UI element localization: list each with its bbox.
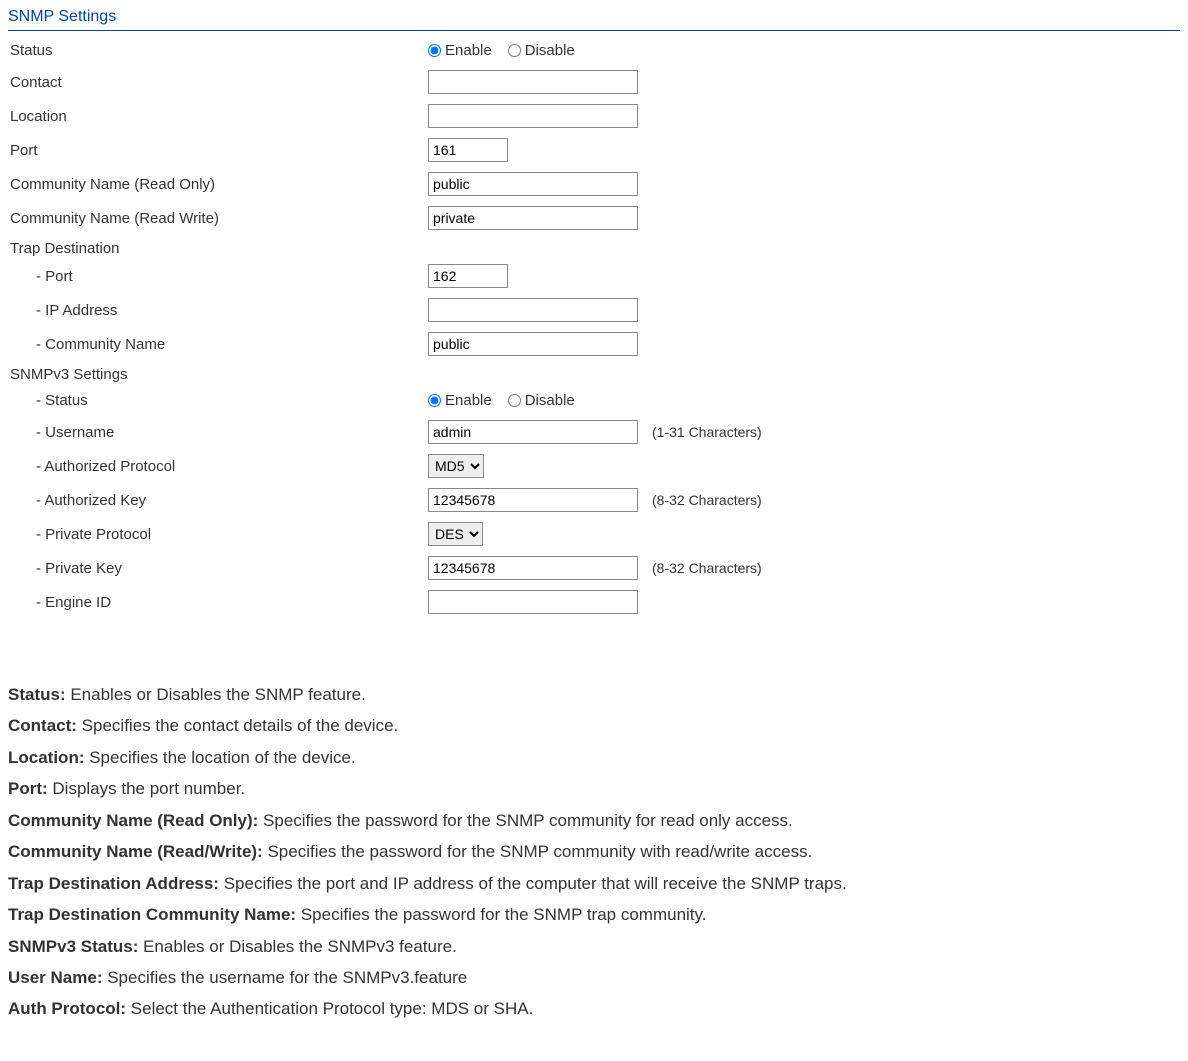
descriptions-block: Status: Enables or Disables the SNMP fea…: [8, 679, 1180, 1025]
label-v3-auth-key: - Authorized Key: [8, 492, 428, 509]
radio-v3-disable-label: Disable: [525, 392, 575, 409]
row-v3-priv-proto: - Private Protocol DES: [8, 517, 1180, 551]
desc-comm-rw-b: Community Name (Read/Write):: [8, 842, 263, 861]
radio-v3-enable[interactable]: [428, 394, 441, 407]
label-comm-rw: Community Name (Read Write): [8, 210, 428, 227]
hint-v3-user: (1-31 Characters): [652, 424, 762, 440]
row-trap-comm: - Community Name: [8, 327, 1180, 361]
input-contact[interactable]: [428, 70, 638, 94]
desc-trap-addr-t: Specifies the port and IP address of the…: [219, 874, 847, 893]
label-v3-priv-key: - Private Key: [8, 560, 428, 577]
desc-status-t: Enables or Disables the SNMP feature.: [66, 685, 366, 704]
desc-contact-b: Contact:: [8, 716, 77, 735]
row-port: Port: [8, 133, 1180, 167]
desc-trap-addr-b: Trap Destination Address:: [8, 874, 219, 893]
desc-port-b: Port:: [8, 779, 48, 798]
label-v3-priv-proto: - Private Protocol: [8, 526, 428, 543]
desc-location-b: Location:: [8, 748, 85, 767]
label-v3-engine: - Engine ID: [8, 594, 428, 611]
select-v3-priv-proto[interactable]: DES: [428, 522, 483, 546]
row-v3-user: - Username (1-31 Characters): [8, 415, 1180, 449]
input-port[interactable]: [428, 138, 508, 162]
radio-status-enable[interactable]: [428, 44, 441, 57]
input-v3-user[interactable]: [428, 420, 638, 444]
input-trap-port[interactable]: [428, 264, 508, 288]
desc-v3-user-b: User Name:: [8, 968, 103, 987]
desc-trap-comm-b: Trap Destination Community Name:: [8, 905, 296, 924]
label-contact: Contact: [8, 74, 428, 91]
desc-trap-comm-t: Specifies the password for the SNMP trap…: [296, 905, 706, 924]
label-v3-auth-proto: - Authorized Protocol: [8, 458, 428, 475]
input-location[interactable]: [428, 104, 638, 128]
select-v3-auth-proto[interactable]: MD5: [428, 454, 484, 478]
row-trap-port: - Port: [8, 259, 1180, 293]
input-v3-engine[interactable]: [428, 590, 638, 614]
hint-v3-priv-key: (8-32 Characters): [652, 560, 762, 576]
label-trap-dest: Trap Destination: [8, 235, 1180, 259]
row-v3-auth-proto: - Authorized Protocol MD5: [8, 449, 1180, 483]
row-comm-rw: Community Name (Read Write): [8, 201, 1180, 235]
label-v3-user: - Username: [8, 424, 428, 441]
radio-v3-disable[interactable]: [508, 394, 521, 407]
label-trap-ip: - IP Address: [8, 302, 428, 319]
desc-comm-rw-t: Specifies the password for the SNMP comm…: [263, 842, 813, 861]
row-v3-priv-key: - Private Key (8-32 Characters): [8, 551, 1180, 585]
radio-status-disable-wrap[interactable]: Disable: [508, 42, 575, 59]
input-v3-priv-key[interactable]: [428, 556, 638, 580]
desc-v3-status-t: Enables or Disables the SNMPv3 feature.: [138, 937, 456, 956]
radio-v3-enable-label: Enable: [445, 392, 492, 409]
label-port: Port: [8, 142, 428, 159]
input-comm-ro[interactable]: [428, 172, 638, 196]
desc-location-t: Specifies the location of the device.: [85, 748, 356, 767]
row-v3-auth-key: - Authorized Key (8-32 Characters): [8, 483, 1180, 517]
label-status: Status: [8, 42, 428, 59]
row-status: Status Enable Disable: [8, 35, 1180, 65]
label-v3-settings: SNMPv3 Settings: [8, 361, 1180, 385]
radio-disable-label: Disable: [525, 42, 575, 59]
desc-v3-auth-t: Select the Authentication Protocol type:…: [126, 999, 533, 1018]
radio-v3-enable-wrap[interactable]: Enable: [428, 392, 492, 409]
label-trap-port: - Port: [8, 268, 428, 285]
desc-status-b: Status:: [8, 685, 66, 704]
radio-status-enable-wrap[interactable]: Enable: [428, 42, 492, 59]
hint-v3-auth-key: (8-32 Characters): [652, 492, 762, 508]
input-trap-comm[interactable]: [428, 332, 638, 356]
radio-enable-label: Enable: [445, 42, 492, 59]
row-v3-status: - Status Enable Disable: [8, 385, 1180, 415]
input-comm-rw[interactable]: [428, 206, 638, 230]
label-location: Location: [8, 108, 428, 125]
desc-v3-user-t: Specifies the username for the SNMPv3.fe…: [103, 968, 468, 987]
page-title: SNMP Settings: [8, 8, 1180, 31]
desc-port-t: Displays the port number.: [48, 779, 245, 798]
desc-v3-status-b: SNMPv3 Status:: [8, 937, 138, 956]
desc-contact-t: Specifies the contact details of the dev…: [77, 716, 398, 735]
row-contact: Contact: [8, 65, 1180, 99]
radio-status-disable[interactable]: [508, 44, 521, 57]
input-trap-ip[interactable]: [428, 298, 638, 322]
label-v3-status: - Status: [8, 392, 428, 409]
desc-comm-ro-b: Community Name (Read Only):: [8, 811, 258, 830]
label-comm-ro: Community Name (Read Only): [8, 176, 428, 193]
radio-v3-disable-wrap[interactable]: Disable: [508, 392, 575, 409]
row-trap-ip: - IP Address: [8, 293, 1180, 327]
input-v3-auth-key[interactable]: [428, 488, 638, 512]
row-location: Location: [8, 99, 1180, 133]
row-v3-engine: - Engine ID: [8, 585, 1180, 619]
row-comm-ro: Community Name (Read Only): [8, 167, 1180, 201]
desc-v3-auth-b: Auth Protocol:: [8, 999, 126, 1018]
desc-comm-ro-t: Specifies the password for the SNMP comm…: [258, 811, 792, 830]
label-trap-comm: - Community Name: [8, 336, 428, 353]
